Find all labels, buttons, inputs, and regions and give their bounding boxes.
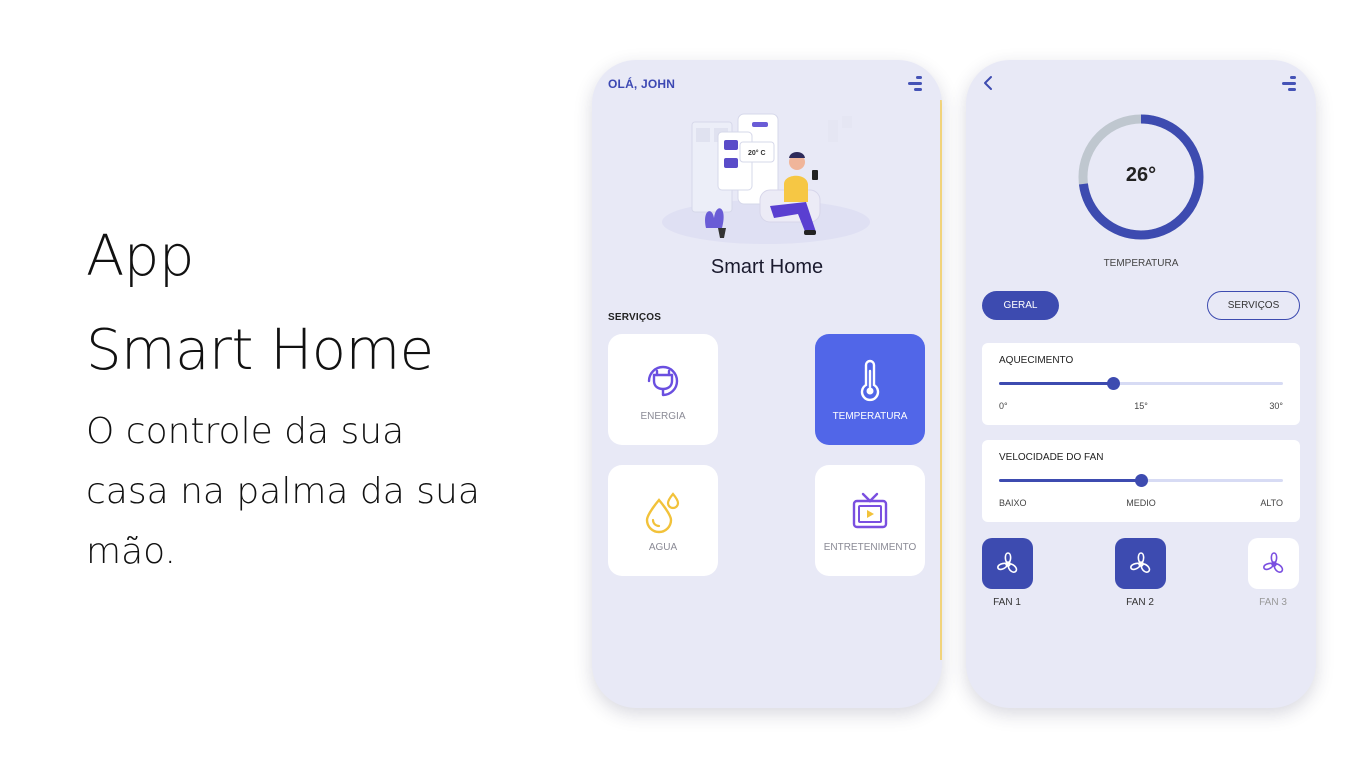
- energy-tile[interactable]: ENERGIA: [608, 334, 718, 445]
- fan-1-label: FAN 1: [993, 597, 1021, 608]
- temperature-value: 26°: [1125, 164, 1157, 186]
- temperature-gauge-label: TEMPERATURA: [1103, 258, 1179, 269]
- fan-speed-slider-fill: [999, 479, 1141, 482]
- heating-max-label: 30°: [1269, 401, 1283, 411]
- greeting: OLÁ, JOHN: [608, 77, 676, 91]
- tab-servicos[interactable]: SERVIÇOS: [1207, 291, 1300, 320]
- hero-text: App Smart Home O controle da sua casa na…: [86, 210, 526, 582]
- fan-speed-card: VELOCIDADE DO FAN BAIXO MEDIO ALTO: [982, 440, 1300, 522]
- fan-speed-mid-label: MEDIO: [1126, 498, 1156, 508]
- heating-title: AQUECIMENTO: [999, 355, 1074, 366]
- fan-1-button[interactable]: [982, 538, 1033, 589]
- heating-card: AQUECIMENTO 0° 15° 30°: [982, 343, 1300, 425]
- water-drop-icon: [645, 492, 680, 534]
- menu-icon[interactable]: [1280, 74, 1296, 92]
- fan-speed-title: VELOCIDADE DO FAN: [999, 452, 1104, 463]
- energy-tile-label: ENERGIA: [640, 411, 686, 422]
- thermometer-icon: [860, 359, 880, 402]
- menu-icon[interactable]: [906, 74, 922, 92]
- tab-geral[interactable]: GERAL: [982, 291, 1059, 320]
- entertainment-tile[interactable]: ENTRETENIMENTO: [815, 465, 925, 576]
- heating-slider-thumb[interactable]: [1106, 377, 1120, 390]
- heating-mid-label: 15°: [1134, 401, 1148, 411]
- fan-icon: [1129, 551, 1150, 573]
- plug-icon: [647, 365, 679, 397]
- water-tile[interactable]: AGUA: [608, 465, 718, 576]
- hero-title-line-2: Smart Home: [86, 318, 434, 383]
- hero-subtitle: O controle da sua casa na palma da sua m…: [86, 411, 480, 572]
- fan-2-button[interactable]: [1115, 538, 1166, 589]
- fan-speed-slider[interactable]: [999, 474, 1283, 487]
- heating-slider[interactable]: [999, 377, 1283, 390]
- services-section-label: SERVIÇOS: [608, 312, 662, 323]
- fan-speed-max-label: ALTO: [1260, 498, 1283, 508]
- heating-slider-fill: [999, 382, 1113, 385]
- illustration-temp-text: 20° C: [748, 149, 766, 157]
- fan-3-label: FAN 3: [1259, 597, 1287, 608]
- temperature-tile-label: TEMPERATURA: [832, 411, 908, 422]
- hero-title-line-1: App: [86, 224, 194, 289]
- fan-speed-slider-thumb[interactable]: [1135, 474, 1148, 487]
- app-title: Smart Home: [710, 256, 824, 278]
- smart-home-illustration: 20° C: [662, 113, 870, 244]
- fan-icon: [996, 551, 1017, 573]
- entertainment-tile-label: ENTRETENIMENTO: [823, 542, 917, 553]
- fan-3-button[interactable]: [1248, 538, 1299, 589]
- home-screen: OLÁ, JOHN 20° C Smart Home SERVIÇOS ENER…: [592, 60, 942, 708]
- water-tile-label: AGUA: [648, 542, 678, 553]
- temperature-tile[interactable]: TEMPERATURA: [815, 334, 925, 445]
- chevron-left-icon[interactable]: [982, 74, 994, 92]
- fan-icon: [1262, 551, 1283, 573]
- tv-icon: [852, 492, 888, 529]
- temperature-screen: 26° TEMPERATURA GERAL SERVIÇOS AQUECIMEN…: [966, 60, 1316, 708]
- fan-2-label: FAN 2: [1126, 597, 1154, 608]
